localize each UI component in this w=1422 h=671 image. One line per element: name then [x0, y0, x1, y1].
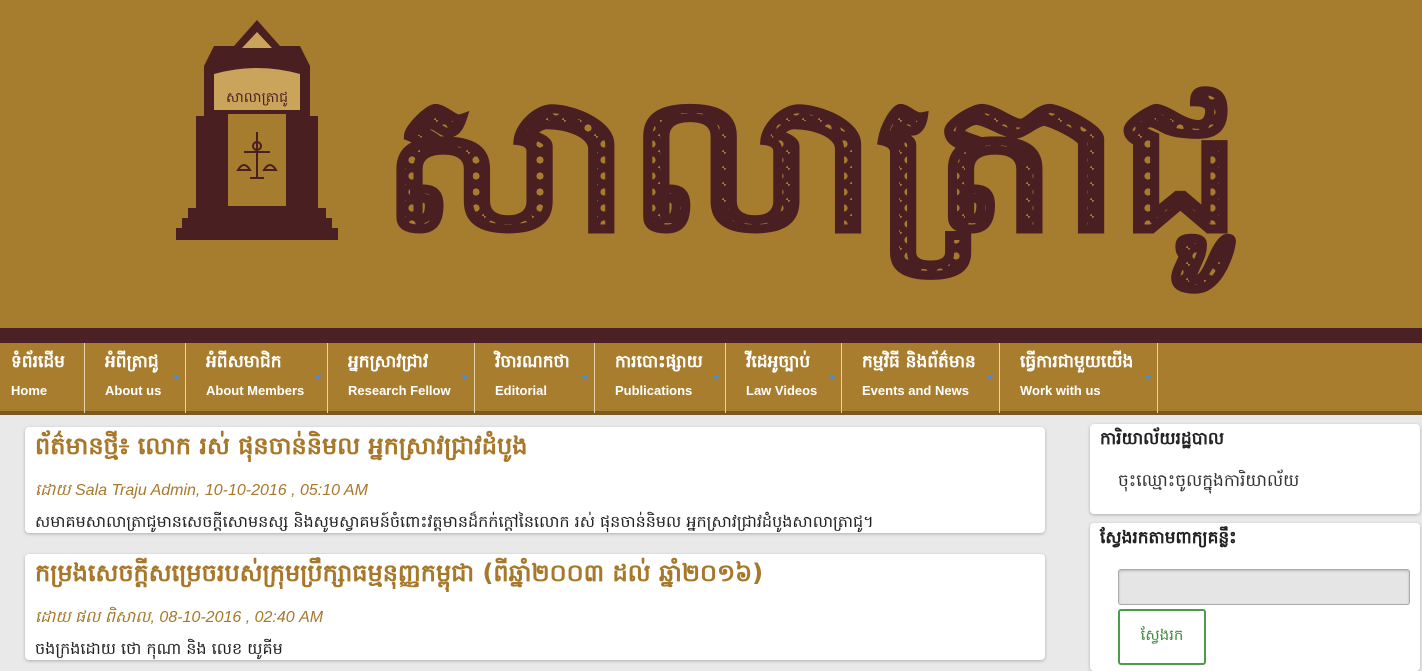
widget-title: ស្វែងរកតាមពាក្យគន្លឹះ [1100, 528, 1237, 548]
post-meta: ដោយ Sala Traju Admin, 10-10-2016 , 05:10… [35, 482, 368, 499]
post-title-link[interactable]: ព័ត៌មានថ្មី៖ លោក រស់ ផុនចាន់និមល អ្នកស្រ… [35, 431, 527, 466]
dropdown-caret-icon [1144, 375, 1152, 380]
dropdown-caret-icon [461, 375, 469, 380]
dropdown-caret-icon [581, 375, 589, 380]
logo-emblem-text: សាលាត្រាជូ [226, 90, 288, 107]
nav-label-en: Law Videos [746, 383, 818, 398]
dropdown-caret-icon [712, 375, 720, 380]
post-card: ព័ត៌មានថ្មី៖ លោក រស់ ផុនចាន់និមល អ្នកស្រ… [25, 427, 1045, 533]
nav-label-km: វីដេអូច្បាប់ [746, 352, 811, 372]
post-excerpt: សមាគមសាលាត្រាជូមានសេចក្តីសោមនស្ស និងសូមស… [35, 512, 874, 531]
search-widget: ស្វែងរកតាមពាក្យគន្លឹះ ស្វែងរក [1090, 523, 1420, 671]
nav-label-en: Editorial [495, 383, 548, 398]
nav-label-en: About us [105, 383, 162, 398]
nav-label-en: Work with us [1020, 383, 1101, 398]
nav-label-km: ការបោះផ្សាយ [615, 352, 703, 372]
nav-label-km: អំពីសមាជិក [206, 352, 282, 372]
nav-label-en: Home [11, 383, 48, 398]
sala-traju-logo[interactable]: សាលាត្រាជូ [174, 18, 340, 244]
nav-label-en: Research Fellow [348, 383, 451, 398]
nav-label-en: About Members [206, 383, 305, 398]
post-meta: ដោយ ផល ពិសាល, 08-10-2016 , 02:40 AM [35, 609, 324, 626]
nav-item-work-with-us[interactable]: ធ្វើការជាមួយយើង Work with us [1000, 343, 1158, 413]
nav-label-en: Events and News [862, 383, 969, 398]
nav-item-about-us[interactable]: អំពីត្រាជូ About us [85, 343, 186, 413]
nav-item-law-videos[interactable]: វីដេអូច្បាប់ Law Videos [726, 343, 842, 413]
admin-widget: ការិយាល័យរដ្ឋបាល ចុះឈ្មោះចូលក្នុងការិយាល… [1090, 424, 1420, 514]
banner-divider [0, 328, 1422, 343]
login-link[interactable]: ចុះឈ្មោះចូលក្នុងការិយាល័យ [1118, 470, 1299, 495]
nav-item-editorial[interactable]: វិចារណកថា Editorial [475, 343, 595, 413]
dropdown-caret-icon [314, 375, 322, 380]
nav-label-km: ធ្វើការជាមួយយើង [1020, 352, 1134, 372]
post-title-link[interactable]: កម្រងសេចក្តីសម្រេចរបស់ក្រុមប្រឹក្សាធម្មន… [35, 558, 763, 593]
nav-label-km: វិចារណកថា [495, 352, 570, 372]
nav-item-publications[interactable]: ការបោះផ្សាយ Publications [595, 343, 726, 413]
post-excerpt: ចងក្រងដោយ ថោ កុណា និង លេខ យូគីម [35, 639, 283, 658]
nav-item-events-news[interactable]: កម្មវិធី និងព័ត៌មាន Events and News [842, 343, 1000, 413]
dropdown-caret-icon [172, 375, 180, 380]
nav-label-km: កម្មវិធី និងព័ត៌មាន [862, 352, 976, 372]
nav-label-km: អ្នកស្រាវជ្រាវ [348, 352, 429, 372]
nav-item-home[interactable]: ទំព័រដើម Home [0, 343, 85, 413]
post-card: កម្រងសេចក្តីសម្រេចរបស់ក្រុមប្រឹក្សាធម្មន… [25, 554, 1045, 660]
dropdown-caret-icon [986, 375, 994, 380]
nav-item-about-members[interactable]: អំពីសមាជិក About Members [186, 343, 328, 413]
widget-title: ការិយាល័យរដ្ឋបាល [1100, 429, 1225, 449]
nav-label-en: Publications [615, 383, 693, 398]
nav-item-research-fellow[interactable]: អ្នកស្រាវជ្រាវ Research Fellow [328, 343, 475, 413]
nav-label-km: អំពីត្រាជូ [105, 352, 159, 372]
search-input[interactable] [1118, 569, 1410, 605]
dropdown-caret-icon [828, 375, 836, 380]
site-title-text: សាលាត្រាជូ [382, 53, 1242, 293]
search-button[interactable]: ស្វែងរក [1118, 609, 1206, 665]
nav-label-km: ទំព័រដើម [11, 352, 65, 372]
site-title-logotype: សាលាត្រាជូ [381, 52, 1244, 295]
site-banner: សាលាត្រាជូ សាលាត្រាជូ [0, 0, 1422, 328]
main-nav: ទំព័រដើម Home អំពីត្រាជូ About us អំពីសម… [0, 343, 1422, 415]
